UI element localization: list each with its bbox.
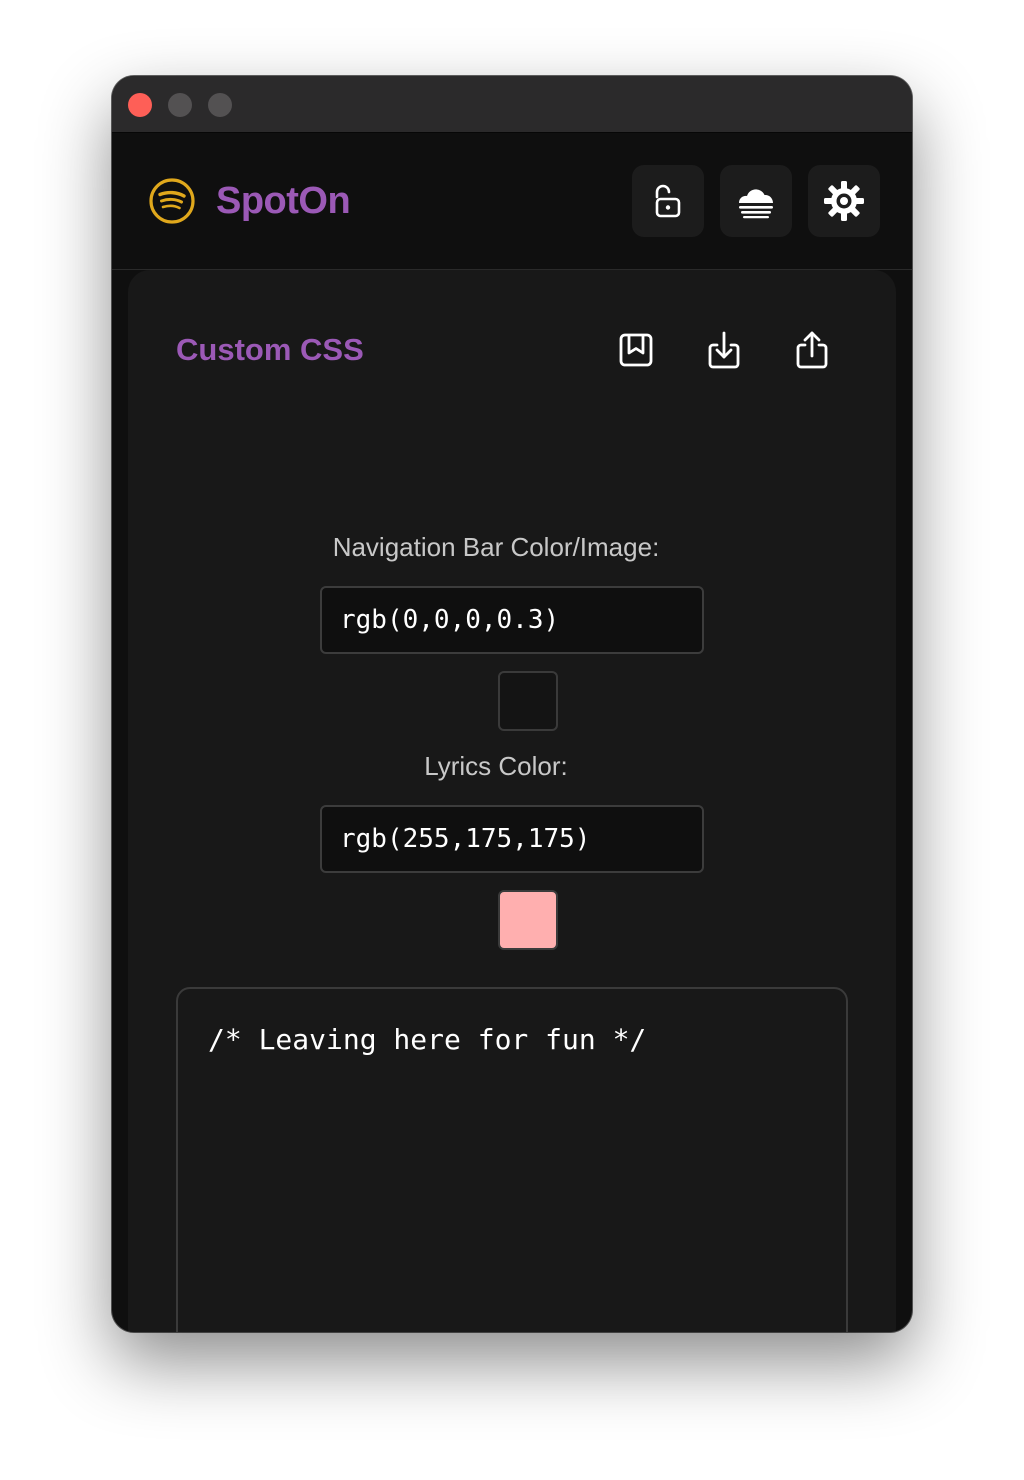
app-window: SpotOn Custom CSS Navigation Bar Color/I… bbox=[112, 76, 912, 1332]
minimize-button[interactable] bbox=[168, 93, 192, 117]
custom-css-panel: Custom CSS Navigation Bar Color/Image: r… bbox=[128, 270, 896, 1332]
lyrics-color-swatch[interactable] bbox=[498, 890, 558, 950]
nav-bar-color-input[interactable] bbox=[320, 586, 704, 654]
app-title: SpotOn bbox=[216, 180, 351, 222]
panel-title: Custom CSS bbox=[176, 332, 364, 367]
save-button[interactable] bbox=[616, 330, 656, 370]
unlock-icon bbox=[655, 184, 681, 218]
bookmark-save-icon bbox=[619, 333, 653, 367]
close-button[interactable] bbox=[128, 93, 152, 117]
lyrics-color-label: Lyrics Color: bbox=[424, 751, 568, 781]
unlock-button[interactable] bbox=[632, 165, 704, 237]
share-icon bbox=[796, 331, 828, 369]
lyrics-color-input[interactable] bbox=[320, 805, 704, 873]
css-editor[interactable]: /* Leaving here for fun */ bbox=[176, 987, 848, 1332]
spotify-logo-icon bbox=[148, 177, 196, 225]
nav-bar-color-swatch[interactable] bbox=[498, 671, 558, 731]
gear-icon bbox=[824, 181, 864, 221]
cloud-icon bbox=[739, 189, 773, 219]
download-icon bbox=[708, 331, 740, 369]
import-button[interactable] bbox=[704, 330, 744, 370]
maximize-button[interactable] bbox=[208, 93, 232, 117]
cloud-button[interactable] bbox=[720, 165, 792, 237]
export-button[interactable] bbox=[792, 330, 832, 370]
nav-bar-color-label: Navigation Bar Color/Image: bbox=[332, 532, 660, 562]
title-bar[interactable] bbox=[112, 76, 912, 133]
settings-button[interactable] bbox=[808, 165, 880, 237]
app-header: SpotOn bbox=[112, 133, 912, 270]
